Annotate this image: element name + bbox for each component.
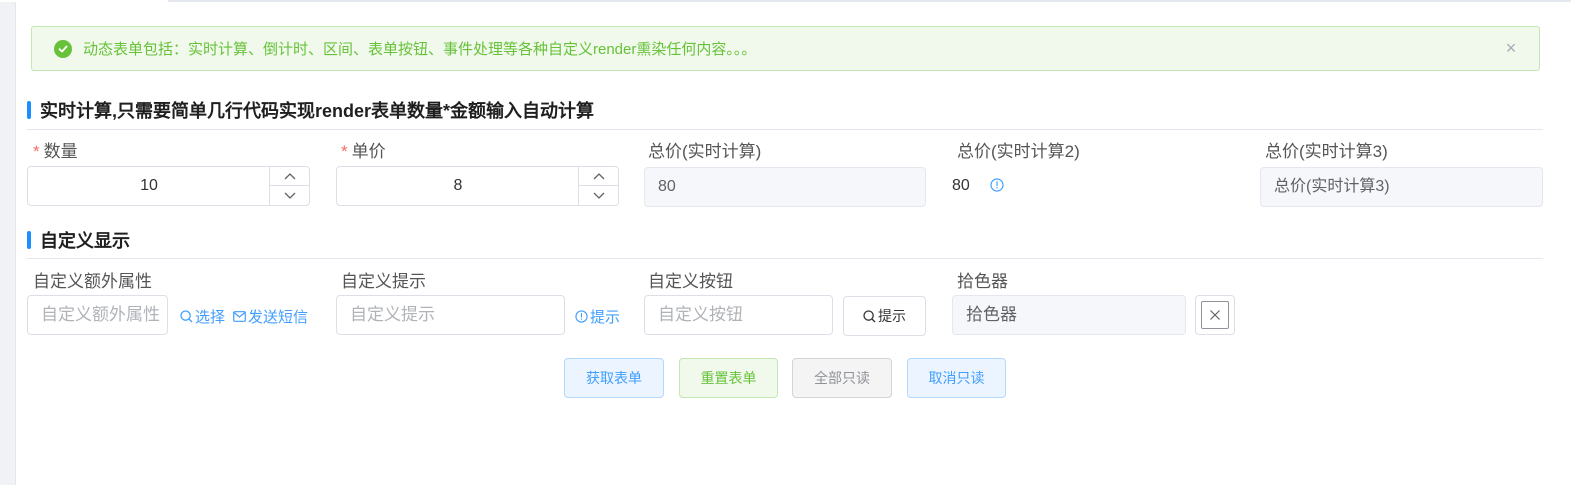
section-accent-bar	[27, 101, 31, 119]
required-mark: *	[33, 142, 40, 161]
section-divider	[27, 258, 1543, 259]
color-swatch	[1201, 301, 1229, 329]
reset-form-button[interactable]: 重置表单	[679, 358, 778, 398]
check-circle-icon	[54, 39, 72, 58]
quantity-stepper[interactable]: 10	[27, 166, 310, 206]
total-realtime-field: 80	[644, 167, 926, 207]
total-realtime3-field: 总价(实时计算3)	[1260, 167, 1543, 207]
custom-tip-input[interactable]: 自定义提示	[336, 295, 565, 335]
total-realtime-label: 总价(实时计算)	[648, 142, 762, 161]
chevron-up-icon[interactable]	[579, 167, 618, 186]
select-link[interactable]: 选择	[180, 306, 225, 327]
info-circle-icon	[575, 310, 588, 323]
section-title-custom: 自定义显示	[27, 228, 130, 252]
custom-button-input[interactable]: 自定义按钮	[644, 295, 833, 335]
section-title-realtime: 实时计算,只需要简单几行代码实现render表单数量*金额输入自动计算	[27, 98, 594, 122]
total-realtime3-label: 总价(实时计算3)	[1265, 142, 1388, 161]
section-accent-bar	[27, 231, 31, 249]
tip-button-label: 提示	[878, 308, 906, 324]
quantity-label: * 数量	[33, 141, 78, 163]
success-alert: 动态表单包括：实时计算、倒计时、区间、表单按钮、事件处理等各种自定义render…	[31, 26, 1540, 71]
send-sms-link-text[interactable]: 发送短信	[248, 306, 308, 327]
form-panel	[15, 2, 1571, 485]
price-stepper[interactable]: 8	[336, 166, 619, 206]
close-icon	[1210, 310, 1220, 320]
chevron-down-icon[interactable]	[579, 186, 618, 205]
required-mark: *	[341, 142, 348, 161]
price-value[interactable]: 8	[337, 167, 579, 205]
price-label-text: 单价	[351, 142, 386, 161]
mail-icon	[233, 311, 246, 322]
tip-link[interactable]: 提示	[575, 306, 620, 327]
cancel-readonly-button[interactable]: 取消只读	[907, 358, 1006, 398]
custom-tip-label: 自定义提示	[341, 272, 426, 291]
section-title-text: 自定义显示	[40, 231, 130, 251]
total-realtime2-value: 80	[952, 177, 970, 194]
extra-attr-label: 自定义额外属性	[33, 272, 152, 291]
price-spin-buttons	[578, 167, 618, 205]
price-label: * 单价	[341, 141, 386, 163]
chevron-down-icon[interactable]	[270, 186, 309, 205]
select-link-text[interactable]: 选择	[195, 306, 225, 327]
search-icon	[180, 310, 193, 323]
total-realtime2-label: 总价(实时计算2)	[957, 142, 1080, 161]
alert-message: 动态表单包括：实时计算、倒计时、区间、表单按钮、事件处理等各种自定义render…	[83, 41, 757, 58]
tip-button[interactable]: 提示	[843, 296, 926, 336]
quantity-value[interactable]: 10	[28, 167, 270, 205]
extra-attr-input[interactable]: 自定义额外属性	[27, 295, 168, 335]
custom-button-label: 自定义按钮	[648, 272, 733, 291]
all-readonly-button[interactable]: 全部只读	[792, 358, 892, 398]
color-picker-trigger[interactable]	[1195, 295, 1235, 335]
get-form-button[interactable]: 获取表单	[564, 358, 664, 398]
quantity-spin-buttons	[269, 167, 309, 205]
close-icon[interactable]: ×	[1503, 39, 1519, 57]
color-picker-input[interactable]: 拾色器	[952, 295, 1186, 335]
color-picker-label: 拾色器	[957, 272, 1008, 291]
tip-link-text[interactable]: 提示	[590, 306, 620, 327]
section-divider	[27, 129, 1543, 130]
quantity-label-text: 数量	[43, 142, 78, 161]
info-circle-icon[interactable]	[990, 178, 1004, 197]
send-sms-link[interactable]: 发送短信	[233, 306, 308, 327]
chevron-up-icon[interactable]	[270, 167, 309, 186]
section-title-text: 实时计算,只需要简单几行代码实现render表单数量*金额输入自动计算	[40, 101, 595, 121]
search-icon	[863, 309, 876, 322]
